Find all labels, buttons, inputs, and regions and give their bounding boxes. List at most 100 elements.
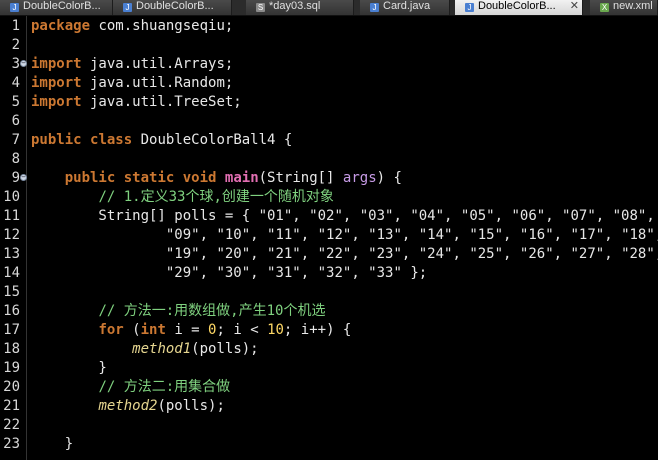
close-tab-icon[interactable]: ✕ [570,0,579,13]
line-number: 4 [11,75,20,91]
code-token: "16" [519,227,554,243]
code-line[interactable]: 16 // 方法一:用数组做,产生10个机选 [0,302,658,321]
code-line[interactable]: 5 import java.util.TreeSet; [0,93,658,112]
code-editor[interactable]: 1 package com.shuangseqiu; 2 3− import java.… [0,16,658,460]
editor-tab-6[interactable]: Xnew.xml [590,0,658,15]
code-token: , [604,227,622,243]
code-token: int [140,322,166,338]
code-token: , [401,246,419,262]
editor-tab-5[interactable]: J DoubleColorB... ✕ [455,0,583,15]
code-text: "29", "30", "31", "32", "33" }; [31,264,427,283]
code-line[interactable]: 22 [0,416,658,435]
code-token: "01" [258,208,293,224]
code-line[interactable]: 2 [0,36,658,55]
code-line[interactable]: 10 // 1.定义33个球,创建一个随机对象 [0,188,658,207]
code-line[interactable]: 8 [0,150,658,169]
fold-toggle-icon[interactable]: − [20,60,27,67]
code-token: , [452,227,470,243]
code-line[interactable]: 9− public static void main(String[] args… [0,169,658,188]
code-token: class [90,132,133,148]
line-number: 8 [11,151,20,167]
code-line[interactable]: 15 [0,283,658,302]
code-token: ; i < [216,322,268,338]
code-line[interactable]: 7 public class DoubleColorBall4 { [0,131,658,150]
code-line[interactable]: 4 import java.util.Random; [0,74,658,93]
code-token: ( [123,322,141,338]
code-line[interactable]: 19 } [0,359,658,378]
code-token: "02" [309,208,343,224]
code-line[interactable]: 3− import java.util.Arrays; [0,55,658,74]
code-token: java.util.Random; [81,75,234,91]
code-line[interactable]: 14 "29", "30", "31", "32", "33" }; [0,264,658,283]
code-token: method2 [98,398,158,414]
code-text: import java.util.TreeSet; [31,93,242,112]
java-file-icon: J [370,3,379,12]
code-token: "23" [368,246,402,262]
code-token: "20" [216,246,251,262]
code-token: "30" [216,265,251,281]
code-text: for (int i = 0; i < 10; i++) { [31,321,351,340]
code-line[interactable]: 6 [0,112,658,131]
code-token: , [300,265,318,281]
line-number: 14 [3,265,20,281]
code-token: "11" [267,227,301,243]
code-line[interactable]: 23 } [0,435,658,454]
code-token: "28" [621,246,655,262]
line-number: 10 [3,189,20,205]
editor-tab-1[interactable]: J DoubleColorB... [0,0,113,15]
line-number: 21 [3,398,20,414]
line-number: 9 [11,170,20,186]
code-token: void [182,170,217,186]
code-line[interactable]: 20 // 方法二:用集合做 [0,378,658,397]
tab-label: Card.java [383,0,431,12]
line-number: 2 [11,37,20,53]
code-token: , [553,246,571,262]
code-token: "24" [418,246,453,262]
editor-tab-3[interactable]: S *day03.sql [246,0,354,15]
code-token: , [401,227,419,243]
code-line[interactable]: 13 "19", "20", "21", "22", "23", "24", "… [0,245,658,264]
java-file-icon: J [10,3,19,12]
code-line[interactable]: 17 for (int i = 0; i < 10; i++) { [0,321,658,340]
code-line[interactable]: 12 "09", "10", "11", "12", "13", "14", "… [0,226,658,245]
code-line[interactable]: 18 method1(polls); [0,340,658,359]
line-number: 7 [11,132,20,148]
java-file-icon: J [123,3,132,12]
code-token: , [250,265,268,281]
code-token: args [342,170,377,186]
code-token: // 方法一:用数组做,产生10个机选 [98,303,326,319]
code-token: , [250,227,268,243]
code-text: "19", "20", "21", "22", "23", "24", "25"… [31,245,658,264]
line-number: 15 [3,284,20,300]
code-token: java.util.TreeSet; [81,94,242,110]
code-token: "19" [165,246,200,262]
line-number: 1 [11,18,20,34]
code-text: // 1.定义33个球,创建一个随机对象 [31,188,333,207]
code-token: , [351,227,369,243]
fold-toggle-icon[interactable]: − [20,174,27,181]
code-token: "31" [267,265,301,281]
code-token: "10" [216,227,251,243]
code-token: } [31,360,107,376]
code-token: , [553,227,571,243]
code-token: public [64,170,116,186]
line-number: 13 [3,246,20,262]
code-token: "33" [368,265,402,281]
editor-tab-4[interactable]: J Card.java [360,0,450,15]
code-token: , [604,246,622,262]
code-line[interactable]: 11 String[] polls = { "01", "02", "03", … [0,207,658,226]
line-number: 16 [3,303,20,319]
code-token: ) { [376,170,402,186]
tab-label: new.xml [613,0,653,12]
editor-tab-2[interactable]: J DoubleColorB... [113,0,232,15]
code-token: "04" [410,208,445,224]
code-token: import [31,94,82,110]
tab-label: DoubleColorB... [136,0,214,12]
code-line[interactable]: 1 package com.shuangseqiu; [0,17,658,36]
code-line[interactable]: 21 method2(polls); [0,397,658,416]
